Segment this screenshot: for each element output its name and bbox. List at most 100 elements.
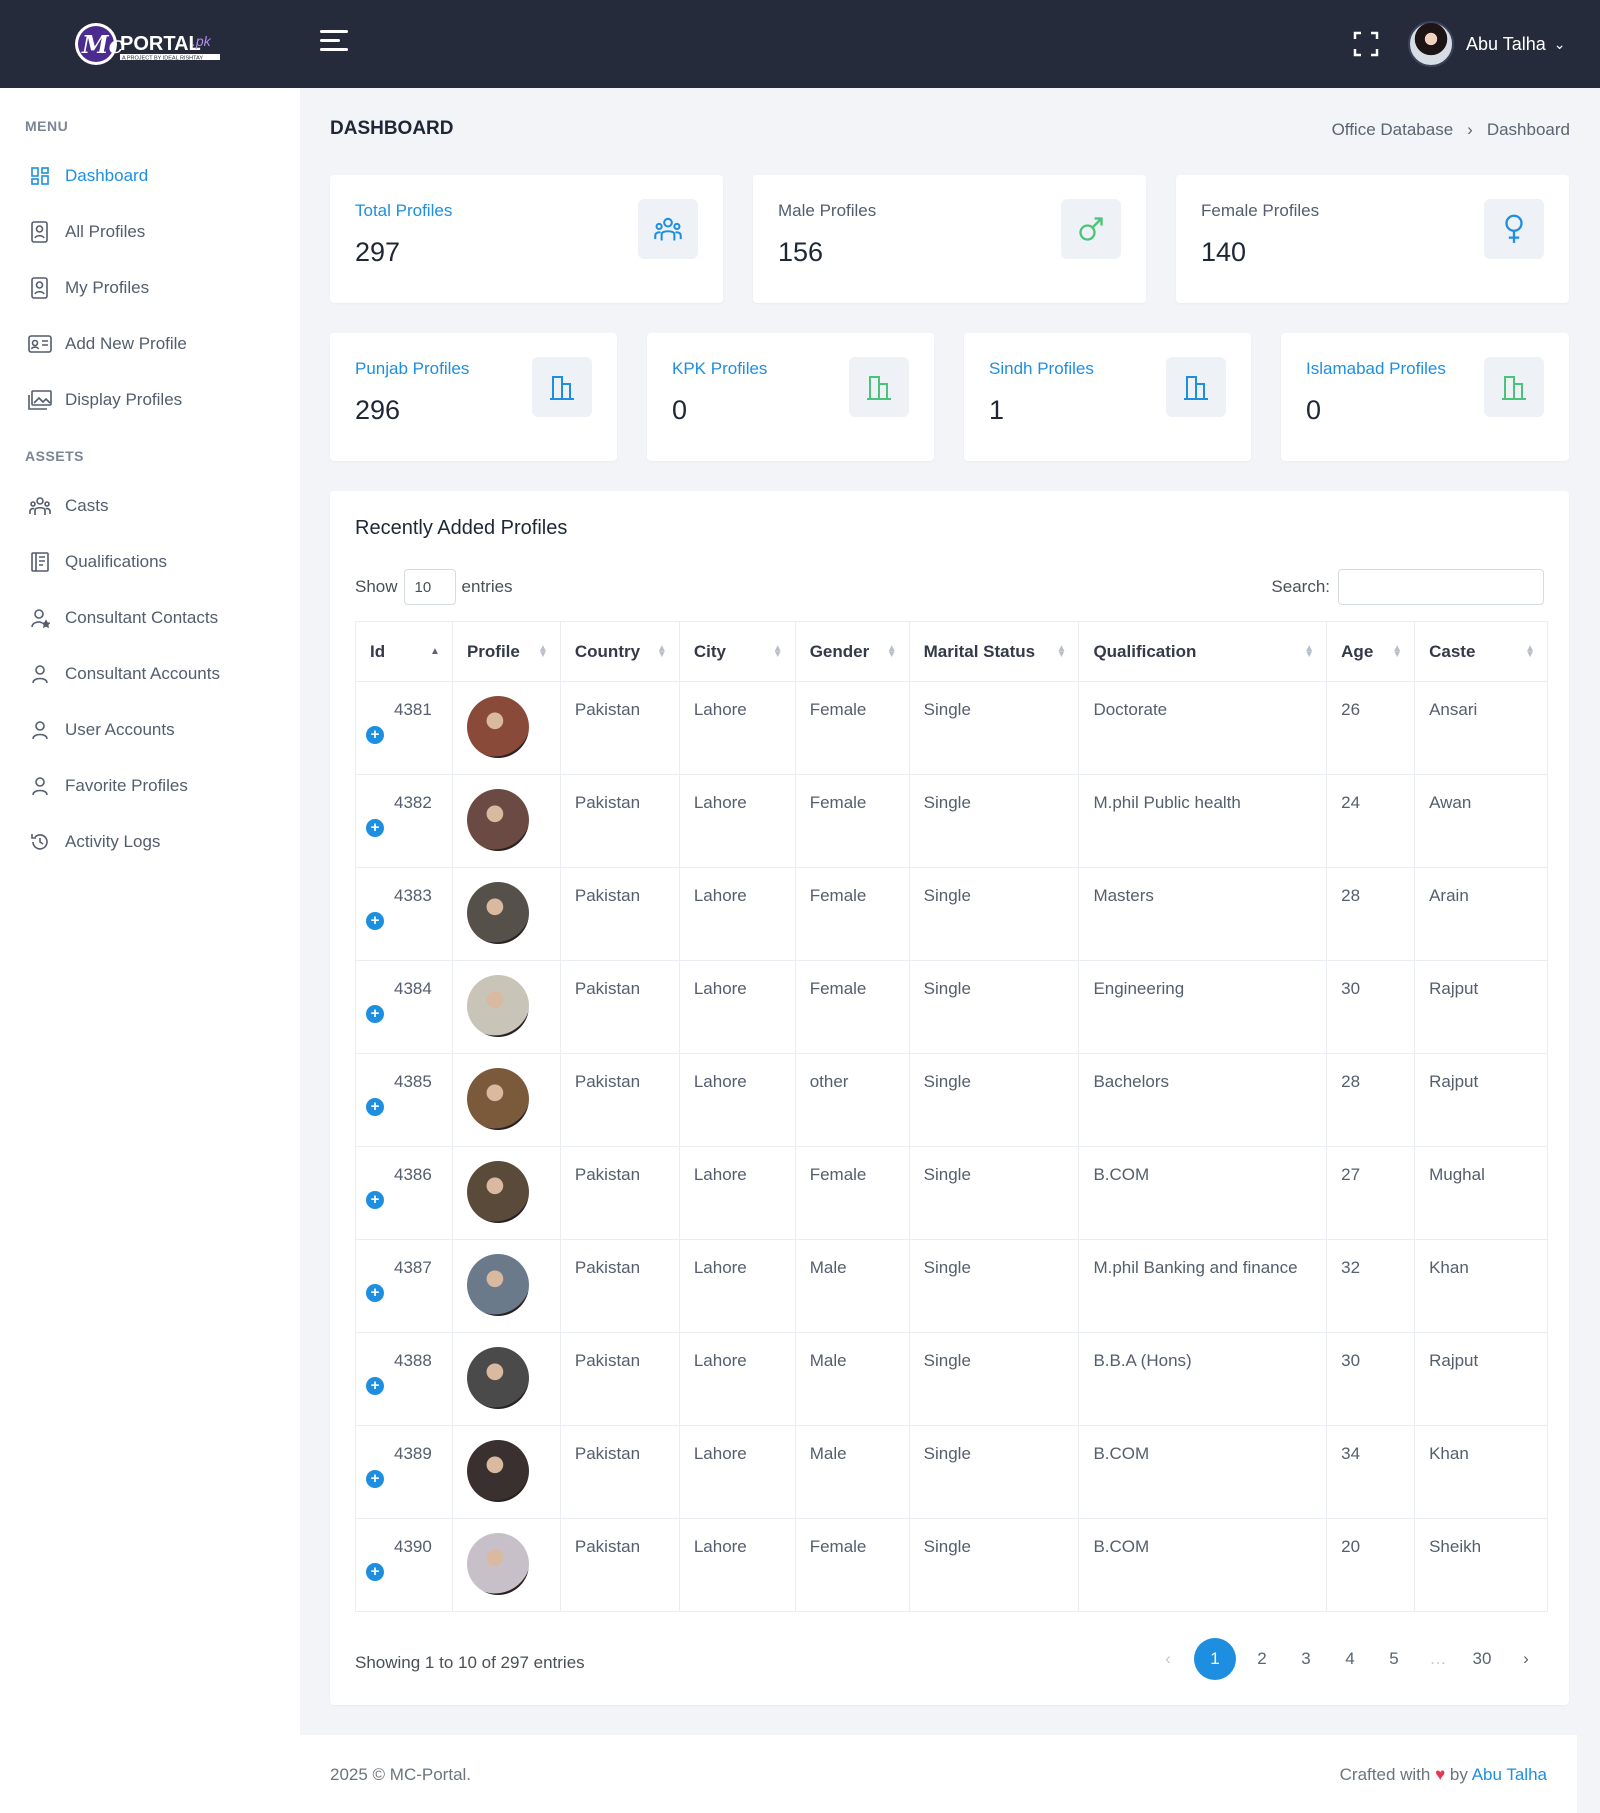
expand-row-icon[interactable]: +	[366, 1005, 384, 1023]
column-header-profile[interactable]: Profile ▲ ▼	[451, 621, 561, 682]
building-icon	[1484, 357, 1544, 417]
pagination-page-4[interactable]: 4	[1332, 1638, 1368, 1680]
profile-id: 4388	[394, 1351, 432, 1370]
table-row[interactable]: 4384 + Pakistan Lahore Female Single Engineeri…	[355, 960, 1548, 1054]
stat-card-punjab-profiles[interactable]: Punjab Profiles 296	[330, 333, 617, 461]
profile-photo[interactable]	[466, 1347, 529, 1409]
author-link[interactable]: Abu Talha	[1472, 1765, 1547, 1784]
sidebar-item-add-new-profile[interactable]: Add New Profile	[25, 326, 285, 362]
cell-profile	[451, 1518, 561, 1612]
table-row[interactable]: 4389 + Pakistan Lahore Male Single B.COM 34 Khan	[355, 1425, 1548, 1519]
cell-profile	[451, 774, 561, 868]
pagination-next[interactable]: ›	[1508, 1638, 1544, 1680]
sidebar-item-label: Consultant Accounts	[65, 664, 220, 683]
pagination-prev[interactable]: ‹	[1150, 1638, 1186, 1680]
fullscreen-icon[interactable]	[1352, 30, 1380, 58]
pagination-page-1[interactable]: 1	[1194, 1638, 1236, 1680]
female-icon	[1484, 199, 1544, 259]
column-header-caste[interactable]: Caste ▲ ▼	[1414, 621, 1548, 682]
pagination-page-3[interactable]: 3	[1288, 1638, 1324, 1680]
sidebar-item-label: User Accounts	[65, 720, 175, 739]
stat-card-sindh-profiles[interactable]: Sindh Profiles 1	[964, 333, 1251, 461]
expand-row-icon[interactable]: +	[366, 912, 384, 930]
column-header-id[interactable]: Id ▲	[355, 621, 453, 682]
expand-row-icon[interactable]: +	[366, 819, 384, 837]
sidebar-item-all-profiles[interactable]: All Profiles	[25, 214, 285, 250]
sidebar-item-consultant-contacts[interactable]: Consultant Contacts	[25, 600, 285, 636]
profile-photo[interactable]	[466, 1254, 529, 1316]
stat-card-male-profiles[interactable]: Male Profiles 156	[753, 175, 1146, 303]
stat-value: 140	[1201, 237, 1247, 267]
stat-card-islamabad-profiles[interactable]: Islamabad Profiles 0	[1281, 333, 1569, 461]
cell-city: Lahore	[678, 960, 796, 1054]
stat-card-kpk-profiles[interactable]: KPK Profiles 0	[647, 333, 934, 461]
sort-icon: ▲ ▼	[1304, 642, 1315, 660]
profile-photo[interactable]	[466, 1161, 529, 1223]
sidebar-item-qualifications[interactable]: Qualifications	[25, 544, 285, 580]
table-row[interactable]: 4387 + Pakistan Lahore Male Single M.phil Bank…	[355, 1239, 1548, 1333]
cell-caste: Mughal	[1414, 1146, 1548, 1240]
sidebar-item-my-profiles[interactable]: My Profiles	[25, 270, 285, 306]
column-header-age[interactable]: Age ▲ ▼	[1326, 621, 1416, 682]
user-star-icon	[25, 605, 55, 631]
entries-label: entries	[461, 577, 513, 596]
stat-card-total-profiles[interactable]: Total Profiles 297	[330, 175, 723, 303]
column-header-country[interactable]: Country ▲ ▼	[559, 621, 680, 682]
sidebar-item-label: Favorite Profiles	[65, 776, 188, 795]
expand-row-icon[interactable]: +	[366, 1191, 384, 1209]
table-row[interactable]: 4388 + Pakistan Lahore Male Single B.B.A (Hons…	[355, 1332, 1548, 1426]
pagination-page-30[interactable]: 30	[1464, 1638, 1500, 1680]
pagination-page-5[interactable]: 5	[1376, 1638, 1412, 1680]
table-row[interactable]: 4381 + Pakistan Lahore Female Single Doctorate…	[355, 681, 1548, 775]
cell-qualification: B.B.A (Hons)	[1078, 1332, 1328, 1426]
group-icon	[25, 493, 55, 519]
sidebar-item-dashboard[interactable]: Dashboard	[25, 158, 285, 194]
cell-marital: Single	[908, 867, 1080, 961]
table-row[interactable]: 4386 + Pakistan Lahore Female Single B.COM 27 Mu…	[355, 1146, 1548, 1240]
profile-photo[interactable]	[466, 1533, 529, 1595]
column-header-qualification[interactable]: Qualification ▲ ▼	[1078, 621, 1328, 682]
breadcrumb-link-office-database[interactable]: Office Database	[1332, 120, 1454, 140]
sidebar-item-casts[interactable]: Casts	[25, 488, 285, 524]
sidebar-item-user-accounts[interactable]: User Accounts	[25, 712, 285, 748]
menu-toggle-icon[interactable]	[320, 30, 348, 58]
expand-row-icon[interactable]: +	[366, 1563, 384, 1581]
profile-photo[interactable]	[466, 882, 529, 944]
profile-photo[interactable]	[466, 789, 529, 851]
stat-label: KPK Profiles	[672, 359, 768, 378]
cell-qualification: Masters	[1078, 867, 1328, 961]
table-row[interactable]: 4382 + Pakistan Lahore Female Single M.phil Pu…	[355, 774, 1548, 868]
heart-icon: ♥	[1435, 1765, 1446, 1784]
sidebar-item-label: My Profiles	[65, 278, 150, 297]
cell-city: Lahore	[678, 1425, 796, 1519]
cell-profile	[451, 681, 561, 775]
search-input[interactable]	[1338, 569, 1544, 605]
expand-row-icon[interactable]: +	[366, 1098, 384, 1116]
column-header-marital-status[interactable]: Marital Status ▲ ▼	[908, 621, 1080, 682]
profile-id: 4381	[394, 700, 432, 719]
profile-photo[interactable]	[466, 1068, 529, 1130]
expand-row-icon[interactable]: +	[366, 1377, 384, 1395]
site-logo[interactable]: Mc PORTAL .pk A PROJECT BY IDEAL RISHTAY	[74, 20, 230, 68]
table-row[interactable]: 4390 + Pakistan Lahore Female Single B.COM 20 Sh…	[355, 1518, 1548, 1612]
table-row[interactable]: 4383 + Pakistan Lahore Female Single Masters 28…	[355, 867, 1548, 961]
column-header-city[interactable]: City ▲ ▼	[678, 621, 796, 682]
sidebar-item-favorite-profiles[interactable]: Favorite Profiles	[25, 768, 285, 804]
sidebar-item-activity-logs[interactable]: Activity Logs	[25, 824, 285, 860]
expand-row-icon[interactable]: +	[366, 1470, 384, 1488]
table-info: Showing 1 to 10 of 297 entries	[355, 1653, 585, 1672]
profile-photo[interactable]	[466, 1440, 529, 1502]
cell-marital: Single	[908, 1332, 1080, 1426]
page-length-select[interactable]: 10	[403, 569, 456, 605]
expand-row-icon[interactable]: +	[366, 726, 384, 744]
expand-row-icon[interactable]: +	[366, 1284, 384, 1302]
sidebar-item-consultant-accounts[interactable]: Consultant Accounts	[25, 656, 285, 692]
pagination-page-2[interactable]: 2	[1244, 1638, 1280, 1680]
profile-photo[interactable]	[466, 975, 529, 1037]
sidebar-item-display-profiles[interactable]: Display Profiles	[25, 382, 285, 418]
table-row[interactable]: 4385 + Pakistan Lahore other Single Bachelors 2…	[355, 1053, 1548, 1147]
column-header-gender[interactable]: Gender ▲ ▼	[794, 621, 910, 682]
stat-card-female-profiles[interactable]: Female Profiles 140	[1176, 175, 1569, 303]
profile-photo[interactable]	[466, 696, 529, 758]
user-menu[interactable]: Abu Talha ⌄	[1408, 20, 1565, 68]
